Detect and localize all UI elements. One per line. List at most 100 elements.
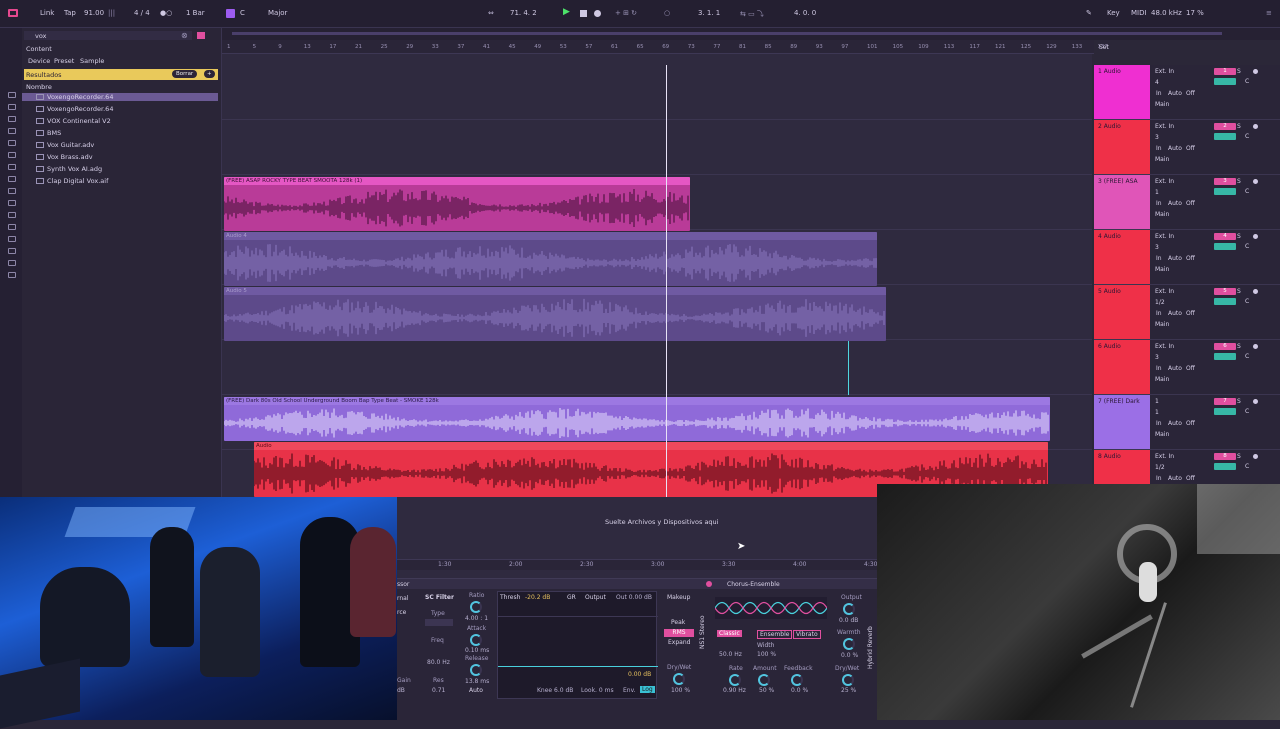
input-channel[interactable]: 3 <box>1155 244 1159 251</box>
link-button[interactable]: Link <box>40 9 54 17</box>
auto-release-toggle[interactable]: Auto <box>469 687 483 694</box>
attack-knob[interactable] <box>470 634 482 646</box>
feedback-knob[interactable] <box>791 674 803 686</box>
output-routing[interactable]: Main <box>1155 156 1169 163</box>
drums-icon[interactable] <box>8 128 16 134</box>
volume-slider[interactable] <box>1214 408 1236 415</box>
track-name[interactable]: 4 Audio <box>1098 233 1121 240</box>
gain-value[interactable]: dB <box>397 687 405 694</box>
time-signature[interactable]: 4 / 4 <box>134 9 150 17</box>
solo-button[interactable]: S <box>1237 178 1241 185</box>
monitor-auto[interactable]: Auto <box>1168 145 1182 152</box>
pan-center[interactable]: C <box>1245 298 1249 305</box>
arm-icon[interactable] <box>1253 399 1258 404</box>
track-header[interactable]: 5 Audio Ext. In 1/2 In Auto Off Main 5 S C <box>1094 285 1280 340</box>
classic-mode[interactable]: Classic <box>717 630 742 637</box>
file-item[interactable]: Vox Guitar.adv <box>47 141 94 149</box>
env-mode-button[interactable]: Log <box>640 686 655 693</box>
expand-mode[interactable]: Expand <box>668 639 690 646</box>
output-routing[interactable]: Main <box>1155 431 1169 438</box>
knee-value[interactable]: Knee 6.0 dB <box>537 687 573 694</box>
filter-device[interactable]: Device <box>28 57 50 65</box>
monitor-off[interactable]: Off <box>1186 310 1195 317</box>
track-header[interactable]: 6 Audio Ext. In 3 In Auto Off Main 6 S C <box>1094 340 1280 395</box>
sounds-icon[interactable] <box>8 116 16 122</box>
arm-icon[interactable] <box>1253 179 1258 184</box>
solo-button[interactable]: S <box>1237 123 1241 130</box>
pan-center[interactable]: C <box>1245 78 1249 85</box>
sc-filter-toggle[interactable]: SC Filter <box>425 594 454 601</box>
monitor-off[interactable]: Off <box>1186 200 1195 207</box>
track-header[interactable]: 1 Audio Ext. In 4 In Auto Off Main 1 S C <box>1094 65 1280 120</box>
volume-slider[interactable] <box>1214 133 1236 140</box>
monitor-off[interactable]: Off <box>1186 365 1195 372</box>
monitor-off[interactable]: Off <box>1186 475 1195 482</box>
filter-icon[interactable] <box>197 32 205 39</box>
places-icon[interactable] <box>8 104 16 110</box>
packs-icon[interactable] <box>8 248 16 254</box>
comp-drywet-value[interactable]: 100 % <box>671 687 690 694</box>
track-header[interactable]: 4 Audio Ext. In 3 In Auto Off Main 4 S C <box>1094 230 1280 285</box>
attack-value[interactable]: 0.10 ms <box>465 647 489 654</box>
monitor-auto[interactable]: Auto <box>1168 310 1182 317</box>
monitor-auto[interactable]: Auto <box>1168 255 1182 262</box>
tempo-field[interactable]: 91.00 <box>84 9 104 17</box>
quantize-menu[interactable]: 1 Bar <box>186 9 205 17</box>
track-header[interactable]: 7 (FREE) Dark 1 1 In Auto Off Main 7 S C <box>1094 395 1280 450</box>
key-root-select[interactable]: C <box>240 9 245 17</box>
gr-toggle[interactable]: GR <box>567 594 576 601</box>
clip-audio-5[interactable]: Audio 5 <box>224 287 886 341</box>
vibrato-mode[interactable]: Vibrato <box>793 630 821 639</box>
track-activator[interactable]: 2 <box>1214 123 1236 130</box>
punch-icon[interactable]: ○ <box>664 9 670 17</box>
monitor-in[interactable]: In <box>1156 365 1162 372</box>
amount-value[interactable]: 50 % <box>759 687 774 694</box>
overview-strip[interactable] <box>222 28 1280 40</box>
loop-length-field[interactable]: 4. 0. 0 <box>794 9 816 17</box>
tap-button[interactable]: Tap <box>64 9 76 17</box>
input-type[interactable]: Ext. In <box>1155 343 1174 350</box>
width-value[interactable]: 100 % <box>757 651 776 658</box>
clip-audio-4[interactable]: Audio 4 <box>224 232 877 286</box>
clips-icon[interactable] <box>8 188 16 194</box>
instruments-icon[interactable] <box>8 140 16 146</box>
track-name[interactable]: 3 (FREE) ASA <box>1098 178 1138 185</box>
file-item[interactable]: Vox Brass.adv <box>47 153 93 161</box>
arm-icon[interactable] <box>1253 234 1258 239</box>
volume-slider[interactable] <box>1214 243 1236 250</box>
track-header[interactable]: 2 Audio Ext. In 3 In Auto Off Main 2 S C <box>1094 120 1280 175</box>
monitor-auto[interactable]: Auto <box>1168 420 1182 427</box>
track-name[interactable]: 5 Audio <box>1098 288 1121 295</box>
freq-value[interactable]: 80.0 Hz <box>427 659 450 666</box>
output-routing[interactable]: Main <box>1155 321 1169 328</box>
track-lane[interactable] <box>222 340 1092 395</box>
input-channel[interactable]: 1 <box>1155 409 1159 416</box>
file-item[interactable]: BMS <box>47 129 61 137</box>
amount-knob[interactable] <box>758 674 770 686</box>
ns1-stereo-device[interactable]: NS1 Stereo <box>699 615 706 649</box>
bar-ruler[interactable] <box>222 40 1094 54</box>
track-name[interactable]: 6 Audio <box>1098 343 1121 350</box>
arm-icon[interactable] <box>1253 124 1258 129</box>
output-toggle[interactable]: Output <box>585 594 606 601</box>
track-name[interactable]: 2 Audio <box>1098 123 1121 130</box>
menu-icon[interactable]: ≡ <box>1266 9 1272 17</box>
highpass-value[interactable]: 50.0 Hz <box>719 651 742 658</box>
makeup-toggle[interactable]: Makeup <box>667 594 690 601</box>
monitor-in[interactable]: In <box>1156 420 1162 427</box>
arm-icon[interactable] <box>1253 289 1258 294</box>
input-type[interactable]: Ext. In <box>1155 453 1174 460</box>
loop-start-field[interactable]: 3. 1. 1 <box>698 9 720 17</box>
res-value[interactable]: 0.71 <box>432 687 445 694</box>
rms-mode[interactable]: RMS <box>664 629 694 637</box>
track-name[interactable]: 7 (FREE) Dark <box>1098 398 1140 405</box>
grooves-icon[interactable] <box>8 212 16 218</box>
input-channel[interactable]: 3 <box>1155 354 1159 361</box>
file-item[interactable]: Synth Vox AI.adg <box>47 165 102 173</box>
monitor-off[interactable]: Off <box>1186 90 1195 97</box>
monitor-auto[interactable]: Auto <box>1168 90 1182 97</box>
chorus-power-icon[interactable] <box>706 581 712 587</box>
monitor-auto[interactable]: Auto <box>1168 200 1182 207</box>
arm-icon[interactable] <box>1253 69 1258 74</box>
set-label[interactable]: Set <box>1099 44 1109 51</box>
